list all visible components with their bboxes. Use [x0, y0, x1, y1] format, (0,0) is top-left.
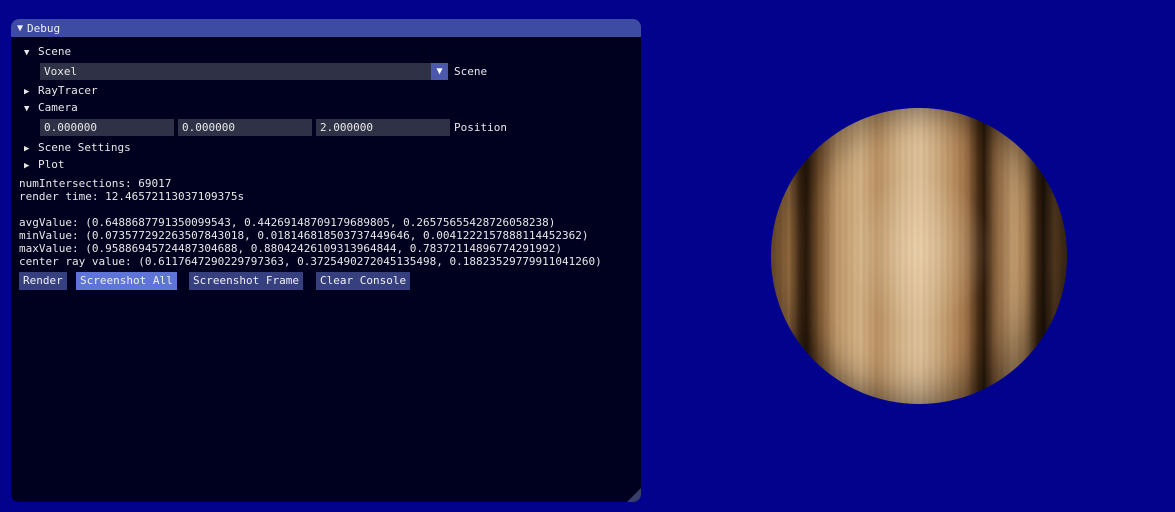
- scene-select[interactable]: Voxel ▼: [40, 63, 448, 80]
- tree-node-camera[interactable]: ▼ Camera: [24, 100, 78, 116]
- tree-node-raytracer-label: RayTracer: [38, 84, 98, 97]
- render-time-text: render time: 12.46572113037109375s: [19, 190, 245, 203]
- chevron-down-icon[interactable]: ▼: [431, 63, 448, 80]
- expanded-arrow-icon: ▼: [24, 104, 30, 114]
- debug-window-titlebar[interactable]: ▼ Debug: [11, 19, 641, 37]
- tree-node-plot[interactable]: ▶ Plot: [24, 157, 65, 173]
- tree-node-camera-label: Camera: [38, 101, 78, 114]
- tree-node-raytracer[interactable]: ▶ RayTracer: [24, 83, 98, 99]
- collapsed-arrow-icon: ▶: [24, 161, 30, 171]
- clear-console-button[interactable]: Clear Console: [316, 272, 411, 290]
- collapsed-arrow-icon: ▶: [24, 144, 30, 154]
- screenshot-frame-button[interactable]: Screenshot Frame: [189, 272, 303, 290]
- rendered-wood-sphere: [771, 108, 1067, 404]
- scene-select-value: Voxel: [44, 65, 78, 78]
- expanded-arrow-icon: ▼: [24, 48, 30, 58]
- tree-node-scene-settings-label: Scene Settings: [38, 141, 131, 154]
- render-viewport: ▼ Debug ▼ Scene Voxel ▼ Scene ▶ RayTracer …: [0, 0, 1175, 512]
- screenshot-all-button[interactable]: Screenshot All: [76, 272, 177, 290]
- render-button[interactable]: Render: [19, 272, 67, 290]
- max-value-text: maxValue: (0.95886945724487304688, 0.880…: [19, 242, 563, 255]
- collapsed-arrow-icon: ▶: [24, 87, 30, 97]
- debug-window: ▼ Debug ▼ Scene Voxel ▼ Scene ▶ RayTracer …: [11, 19, 641, 502]
- collapse-arrow-icon[interactable]: ▼: [17, 23, 23, 34]
- tree-node-scene-settings[interactable]: ▶ Scene Settings: [24, 140, 131, 156]
- resize-grip[interactable]: [627, 488, 641, 502]
- num-intersections-text: numIntersections: 69017: [19, 177, 172, 190]
- center-ray-value-text: center ray value: (0.6117647290229797363…: [19, 255, 602, 268]
- tree-node-scene-label: Scene: [38, 45, 72, 58]
- scene-select-label: Scene: [454, 65, 488, 78]
- camera-position-z-input[interactable]: 2.000000: [316, 119, 450, 136]
- tree-node-plot-label: Plot: [38, 158, 65, 171]
- camera-position-label: Position: [454, 121, 507, 134]
- avg-value-text: avgValue: (0.6488687791350099543, 0.4426…: [19, 216, 556, 229]
- min-value-text: minValue: (0.073577292263507843018, 0.01…: [19, 229, 589, 242]
- tree-node-scene[interactable]: ▼ Scene: [24, 44, 71, 60]
- camera-position-x-input[interactable]: 0.000000: [40, 119, 174, 136]
- camera-position-y-input[interactable]: 0.000000: [178, 119, 312, 136]
- window-title: Debug: [27, 21, 61, 35]
